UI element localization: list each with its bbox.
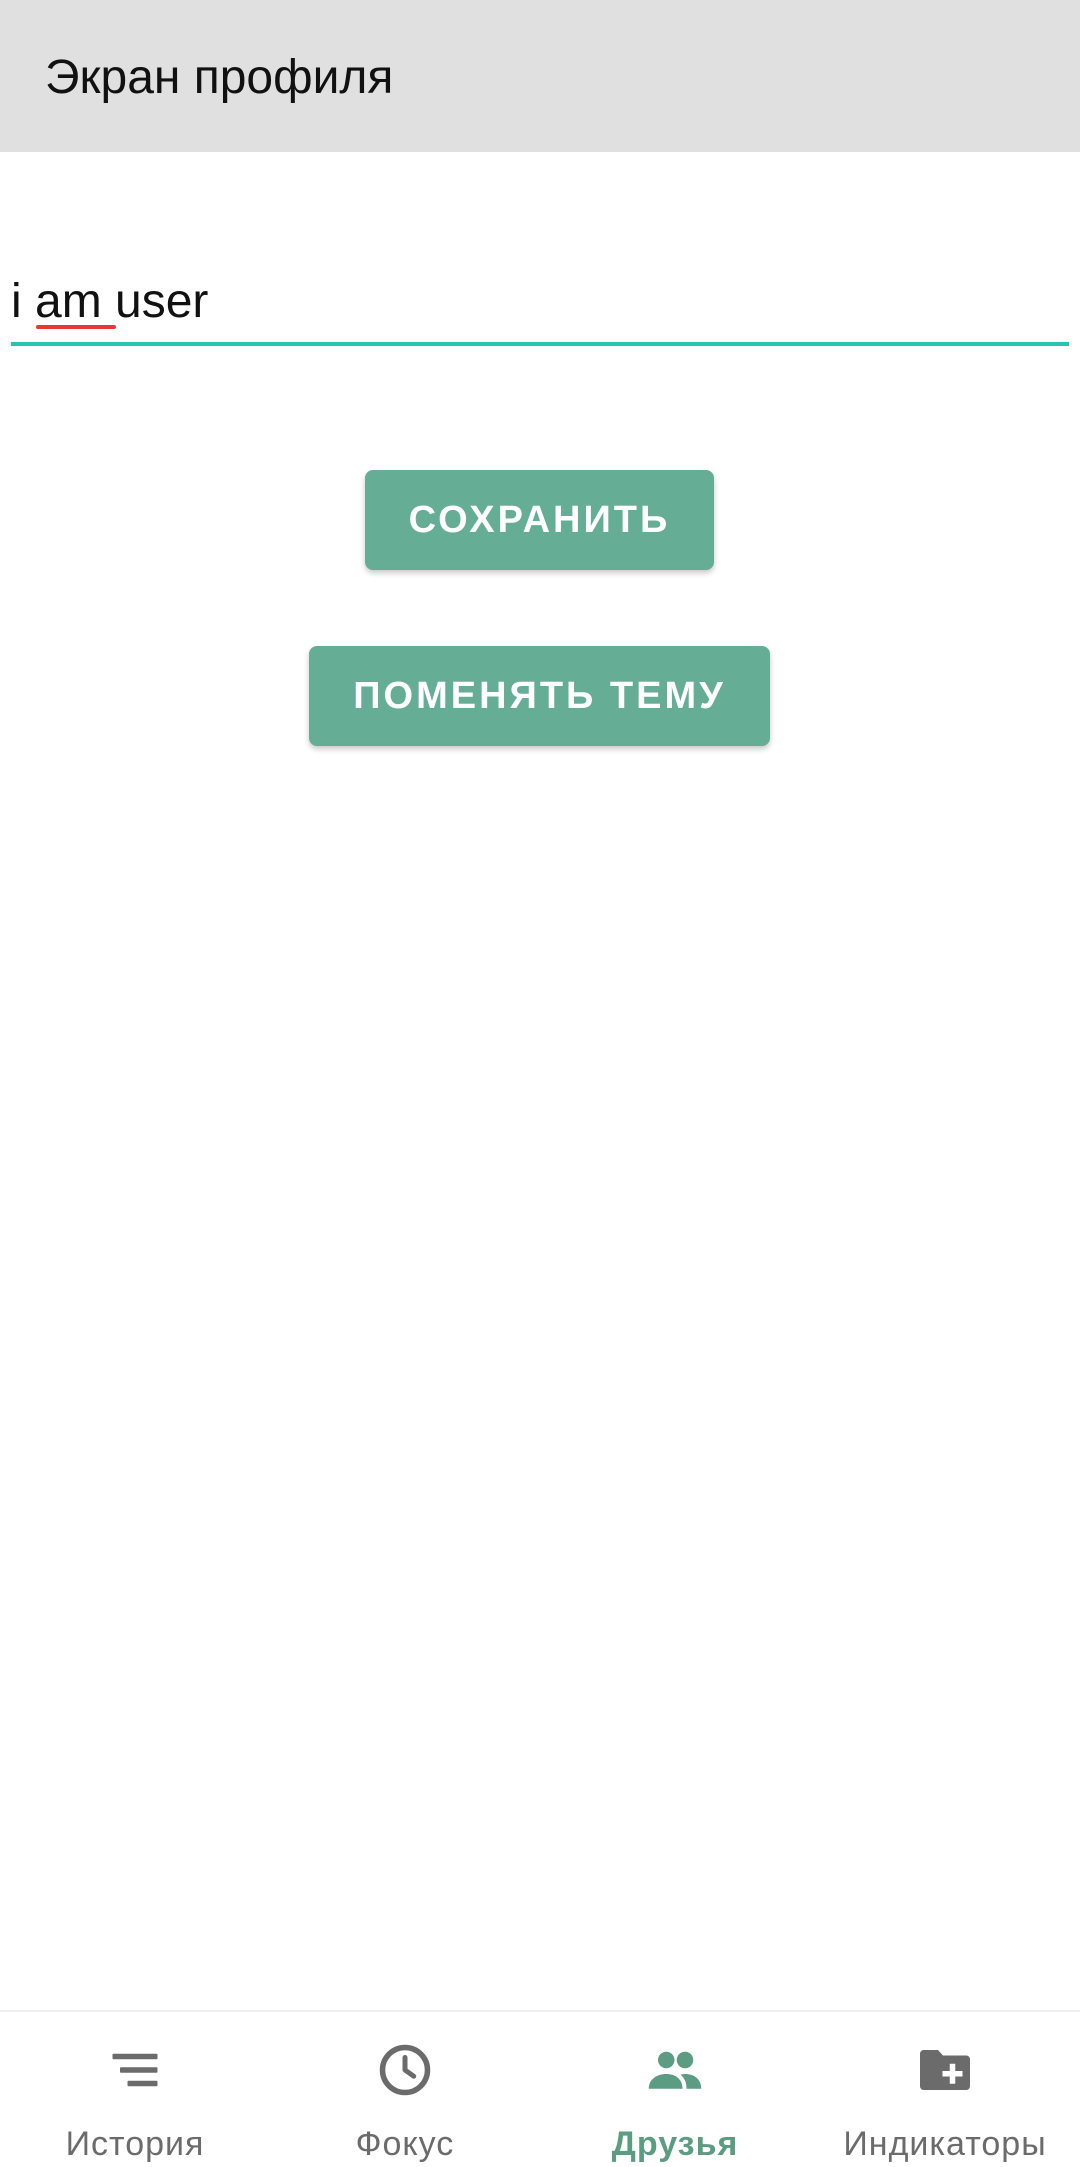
app-bar: Экран профиля <box>0 0 1080 152</box>
username-field[interactable]: i am user <box>11 262 1069 346</box>
folder-add-icon <box>920 2050 970 2090</box>
nav-label-history: История <box>65 2125 205 2163</box>
page-title: Экран профиля <box>45 51 394 104</box>
nav-label-focus: Фокус <box>355 2125 455 2163</box>
bottom-navigation: История Фокус Друзья Индикаторы <box>0 2010 1080 2165</box>
clock-icon <box>379 2044 431 2096</box>
spellcheck-underline <box>36 325 116 329</box>
nav-item-history[interactable]: История <box>0 2012 270 2167</box>
username-input-value[interactable]: i am user <box>11 274 208 330</box>
nav-item-focus[interactable]: Фокус <box>270 2012 540 2167</box>
people-icon <box>648 2051 702 2089</box>
nav-label-indicators: Индикаторы <box>843 2125 1047 2163</box>
nav-item-friends[interactable]: Друзья <box>540 2012 810 2167</box>
change-theme-button[interactable]: ПОМЕНЯТЬ ТЕМУ <box>309 646 770 746</box>
save-button[interactable]: СОХРАНИТЬ <box>365 470 714 570</box>
nav-item-indicators[interactable]: Индикаторы <box>810 2012 1080 2167</box>
sort-lines-icon <box>112 2053 158 2087</box>
nav-label-friends: Друзья <box>611 2125 739 2163</box>
